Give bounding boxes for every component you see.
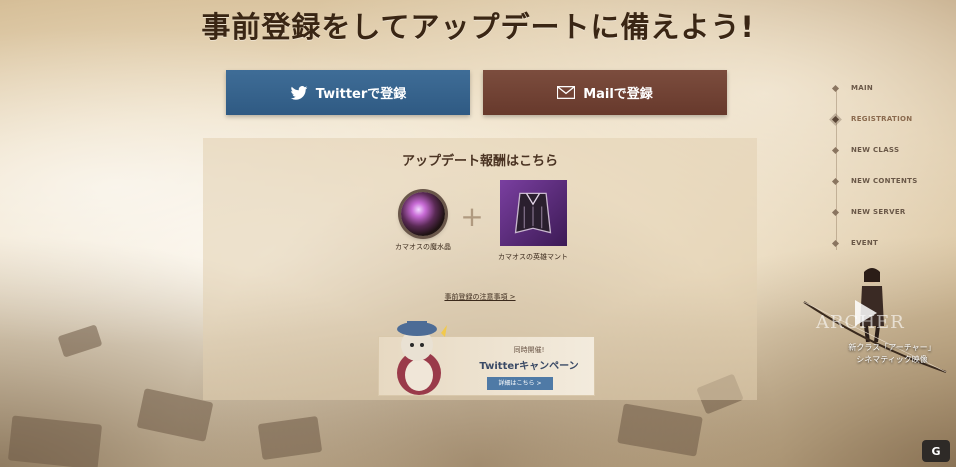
side-nav-label: NEW SERVER: [851, 208, 906, 216]
side-nav-label: MAIN: [851, 84, 874, 92]
diamond-icon: [831, 115, 840, 123]
registration-notes-link[interactable]: 事前登録の注意事項 >: [203, 292, 757, 302]
campaign-detail-button[interactable]: 詳細はこちら >: [487, 377, 553, 390]
side-nav-label: NEW CONTENTS: [851, 177, 918, 185]
debris: [136, 388, 214, 442]
reward-item-label: カマオスの魔水晶: [395, 243, 451, 251]
diamond-icon: [831, 239, 840, 247]
mail-register-label: Mailで登録: [583, 87, 653, 102]
archer-caption[interactable]: 新クラス「アーチャー」 シネマティック映像: [832, 342, 952, 366]
side-nav-item-registration[interactable]: REGISTRATION: [831, 115, 913, 123]
debris: [257, 415, 323, 461]
diamond-icon: [831, 177, 840, 185]
reward-item-label: カマオスの英雄マント: [498, 253, 568, 261]
mail-register-button[interactable]: Mailで登録: [483, 70, 727, 115]
diamond-icon: [831, 84, 840, 92]
debris: [57, 324, 103, 358]
archer-caption-line2: シネマティック映像: [856, 355, 928, 364]
side-nav-item-new-contents[interactable]: NEW CONTENTS: [831, 177, 918, 185]
side-nav-item-main[interactable]: MAIN: [831, 84, 874, 92]
campaign-subtitle: 同時開催!: [513, 346, 545, 354]
side-nav-label: EVENT: [851, 239, 879, 247]
play-icon[interactable]: [855, 300, 877, 326]
side-nav-label: NEW CLASS: [851, 146, 900, 154]
twitter-register-button[interactable]: Twitterで登録: [226, 70, 470, 115]
reward-title: アップデート報酬はこちら: [401, 154, 558, 169]
mail-envelope-icon: [557, 85, 576, 100]
debris: [617, 403, 703, 457]
mascot-illustration: [383, 315, 453, 397]
diamond-icon: [831, 208, 840, 216]
reward-item-crystal: カマオスの魔水晶: [391, 192, 455, 252]
side-nav-label: REGISTRATION: [851, 115, 913, 123]
side-nav-item-new-server[interactable]: NEW SERVER: [831, 208, 906, 216]
plus-icon: +: [460, 200, 484, 233]
side-nav-item-new-class[interactable]: NEW CLASS: [831, 146, 900, 154]
cape-icon: [499, 180, 567, 246]
twitter-campaign-banner[interactable]: 同時開催! Twitterキャンペーン 詳細はこちら >: [378, 321, 595, 396]
debris: [7, 415, 103, 467]
twitter-bird-icon: [290, 85, 308, 100]
reward-item-cape: カマオスの英雄マント: [493, 180, 573, 262]
campaign-title: Twitterキャンペーン: [479, 361, 579, 372]
crystal-orb-icon: [401, 192, 445, 236]
archer-caption-line1: 新クラス「アーチャー」: [848, 343, 936, 352]
site-logo-icon: G: [922, 440, 950, 462]
twitter-register-label: Twitterで登録: [315, 87, 407, 102]
side-nav-line: [836, 90, 837, 250]
diamond-icon: [831, 146, 840, 154]
side-nav-item-event[interactable]: EVENT: [831, 239, 879, 247]
page-headline: 事前登録をしてアップデートに備えよう!: [201, 10, 755, 44]
